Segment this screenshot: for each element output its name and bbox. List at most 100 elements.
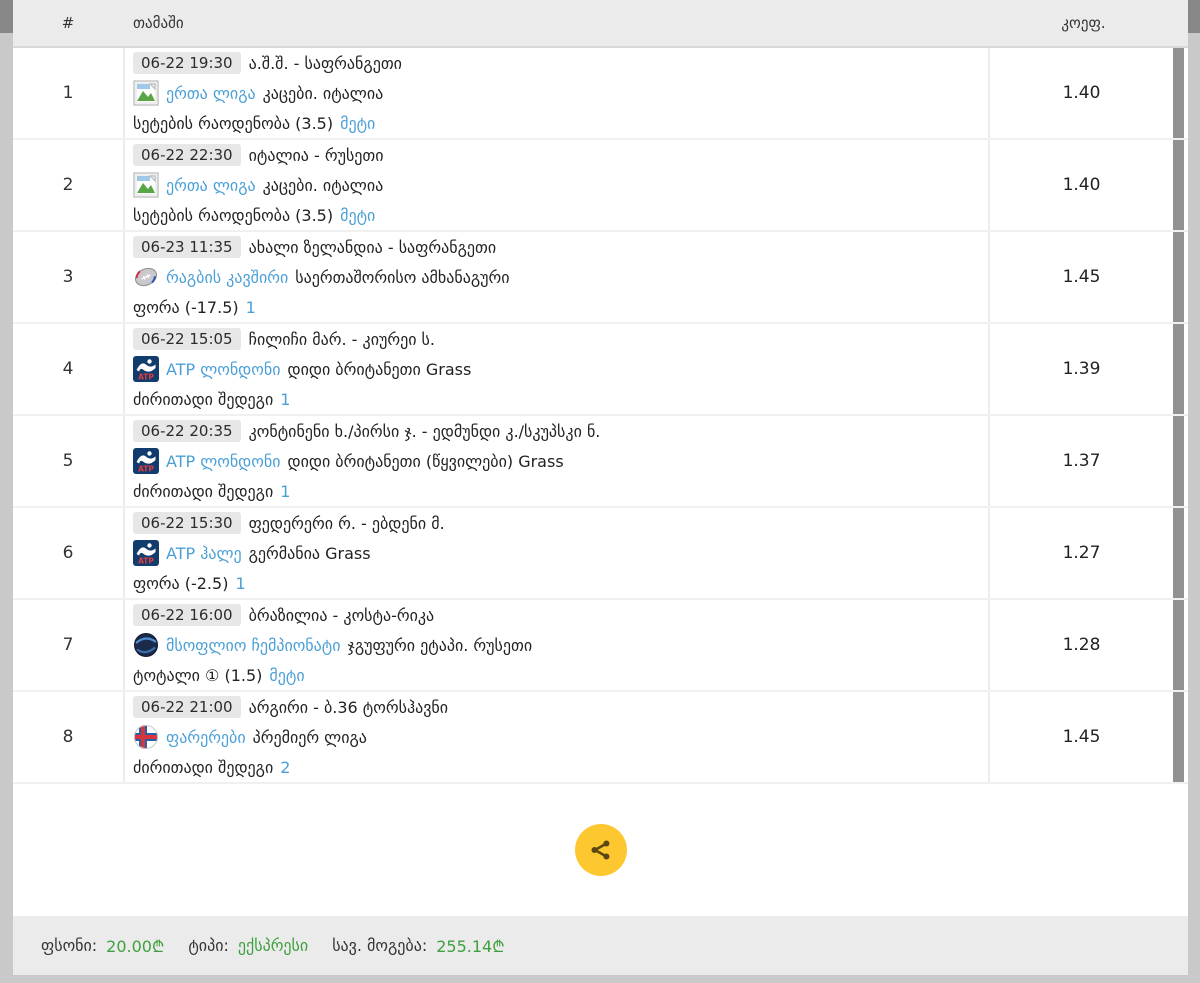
bet-type: ძირითადი შედეგი — [133, 389, 274, 409]
game-cell: 06-22 22:30 იტალია - რუსეთი ერთა ლიგა კა… — [123, 140, 990, 230]
column-header-number: # — [61, 14, 75, 32]
row-action-strip[interactable] — [1173, 600, 1184, 690]
atp-logo-icon: ATP — [133, 448, 159, 474]
odds-value: 1.37 — [1062, 451, 1101, 471]
summary-bar: ფსონი: 20.00₾ ტიპი: ექსპრესი სავ. მოგება… — [13, 916, 1188, 975]
share-area — [13, 784, 1188, 916]
column-header-game: თამაში — [133, 14, 184, 32]
bet-type: სეტების რაოდენობა (3.5) — [133, 205, 334, 225]
row-action-strip[interactable] — [1173, 692, 1184, 782]
league-info: კაცები. იტალია — [262, 175, 384, 195]
league-link[interactable]: ერთა ლიგა — [166, 176, 256, 195]
bet-pick-link[interactable]: მეტი — [340, 206, 375, 225]
time-badge: 06-22 16:00 — [133, 604, 241, 626]
bet-type: ძირითადი შედეგი — [133, 757, 274, 777]
bet-type: ფორა (-17.5) — [133, 297, 239, 317]
bet-type: ძირითადი შედეგი — [133, 481, 274, 501]
time-badge: 06-22 20:35 — [133, 420, 241, 442]
betslip-card: # თამაში კოეფ. 1 06-22 19:30 ა.შ.შ. - სა… — [13, 0, 1188, 975]
game-cell: 06-22 16:00 ბრაზილია - კოსტა-რიკა მსოფლი… — [123, 600, 990, 690]
row-number: 3 — [62, 267, 74, 287]
league-link[interactable]: ფარერები — [166, 728, 246, 747]
league-icon: ATP — [133, 540, 159, 566]
league-info: გერმანია Grass — [248, 543, 371, 563]
game-cell: 06-22 19:30 ა.შ.შ. - საფრანგეთი ერთა ლიგ… — [123, 48, 990, 138]
row-action-strip[interactable] — [1173, 140, 1184, 230]
atp-logo-icon: ATP — [133, 356, 159, 382]
bet-pick-link[interactable]: 1 — [280, 482, 290, 501]
league-info: დიდი ბრიტანეთი Grass — [287, 359, 472, 379]
league-icon: ATP — [133, 724, 159, 750]
bet-type-label: ტიპი: — [188, 936, 229, 955]
odds-value: 1.39 — [1062, 359, 1101, 379]
bet-row: 2 06-22 22:30 იტალია - რუსეთი ერთა ლიგა … — [13, 140, 1188, 232]
league-info: კაცები. იტალია — [262, 83, 384, 103]
match-name: არგირი - ბ.36 ტორსჰავნი — [248, 697, 449, 717]
bet-type: ტოტალი ① (1.5) — [133, 665, 263, 685]
svg-text:ATP: ATP — [138, 465, 154, 474]
match-name: ფედერერი რ. - ებდენი მ. — [248, 513, 445, 533]
table-header: # თამაში კოეფ. — [13, 0, 1188, 48]
time-badge: 06-22 19:30 — [133, 52, 241, 74]
bet-pick-link[interactable]: 1 — [246, 298, 256, 317]
match-name: ახალი ზელანდია - საფრანგეთი — [248, 237, 497, 257]
match-name: იტალია - რუსეთი — [248, 145, 384, 165]
image-placeholder-icon — [133, 80, 159, 106]
league-link[interactable]: ATP ლონდონი — [166, 452, 280, 471]
row-number: 7 — [62, 635, 74, 655]
match-name: ჩილიჩი მარ. - კიურეი ს. — [248, 329, 435, 349]
bet-pick-link[interactable]: 2 — [280, 758, 290, 777]
league-info: დიდი ბრიტანეთი (წყვილები) Grass — [287, 451, 564, 471]
column-header-odds: კოეფ. — [1061, 14, 1106, 32]
bet-row: 7 06-22 16:00 ბრაზილია - კოსტა-რიკა მსოფ… — [13, 600, 1188, 692]
bet-pick-link[interactable]: მეტი — [340, 114, 375, 133]
league-link[interactable]: ATP ლონდონი — [166, 360, 280, 379]
row-action-strip[interactable] — [1173, 232, 1184, 322]
row-action-strip[interactable] — [1173, 416, 1184, 506]
row-number: 4 — [62, 359, 74, 379]
bet-pick-link[interactable]: 1 — [235, 574, 245, 593]
game-cell: 06-22 21:00 არგირი - ბ.36 ტორსჰავნი ფარე… — [123, 692, 990, 782]
row-action-strip[interactable] — [1173, 508, 1184, 598]
bet-row: 6 06-22 15:30 ფედერერი რ. - ებდენი მ. AT… — [13, 508, 1188, 600]
bet-pick-link[interactable]: მეტი — [269, 666, 304, 685]
league-icon: ATP — [133, 80, 159, 106]
row-number: 2 — [62, 175, 74, 195]
share-button[interactable] — [574, 824, 627, 876]
bet-row: 8 06-22 21:00 არგირი - ბ.36 ტორსჰავნი ფა… — [13, 692, 1188, 784]
image-placeholder-icon — [133, 172, 159, 198]
possible-win-label: სავ. მოგება: — [332, 936, 428, 955]
bet-type-value: ექსპრესი — [237, 936, 309, 955]
stake-value: 20.00₾ — [106, 936, 165, 956]
league-icon: ATP — [133, 172, 159, 198]
league-icon: ATP — [133, 632, 159, 658]
match-name: კონტინენი ხ./პირსი ჯ. - ედმუნდი კ./სკუპს… — [248, 421, 601, 441]
bet-pick-link[interactable]: 1 — [280, 390, 290, 409]
time-badge: 06-22 15:30 — [133, 512, 241, 534]
rugby-ball-icon — [134, 267, 158, 287]
league-link[interactable]: რაგბის კავშირი — [166, 268, 288, 287]
stake-label: ფსონი: — [41, 936, 98, 955]
league-link[interactable]: ATP ჰალე — [166, 544, 242, 563]
time-badge: 06-22 22:30 — [133, 144, 241, 166]
odds-value: 1.27 — [1062, 543, 1101, 563]
time-badge: 06-22 21:00 — [133, 696, 241, 718]
row-action-strip[interactable] — [1173, 324, 1184, 414]
share-icon — [588, 837, 614, 863]
time-badge: 06-23 11:35 — [133, 236, 241, 258]
league-link[interactable]: ერთა ლიგა — [166, 84, 256, 103]
svg-text:ATP: ATP — [138, 373, 154, 382]
odds-value: 1.45 — [1062, 267, 1101, 287]
bet-type: ფორა (-2.5) — [133, 573, 229, 593]
match-name: ბრაზილია - კოსტა-რიკა — [248, 605, 435, 625]
svg-text:ATP: ATP — [138, 557, 154, 566]
world-cup-globe-icon — [134, 633, 158, 657]
league-icon: ATP — [133, 356, 159, 382]
row-number: 5 — [62, 451, 74, 471]
odds-value: 1.40 — [1062, 175, 1101, 195]
odds-value: 1.40 — [1062, 83, 1101, 103]
league-link[interactable]: მსოფლიო ჩემპიონატი — [166, 636, 341, 655]
row-action-strip[interactable] — [1173, 48, 1184, 138]
atp-logo-icon: ATP — [133, 540, 159, 566]
match-name: ა.შ.შ. - საფრანგეთი — [248, 53, 402, 73]
